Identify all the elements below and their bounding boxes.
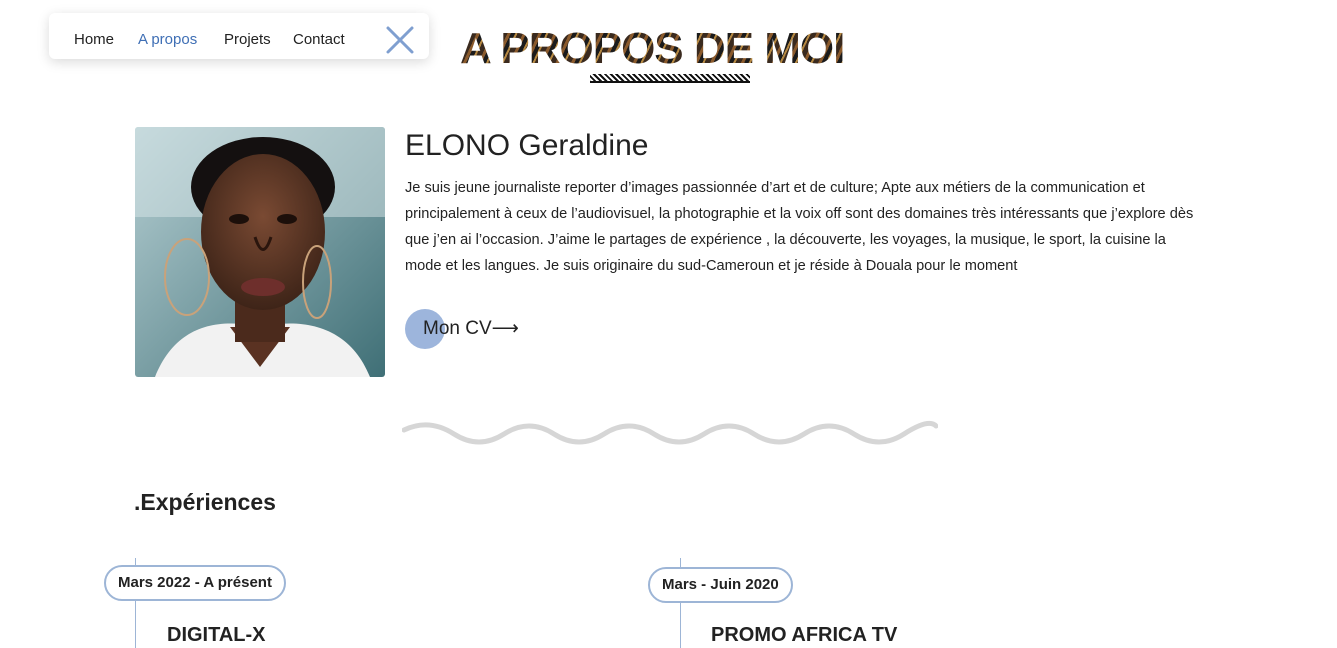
nav-item-projets[interactable]: Projets xyxy=(224,31,271,49)
timeline-badge: Mars 2022 - A présent xyxy=(104,565,286,601)
nav-item-home[interactable]: Home xyxy=(74,31,114,49)
profile-bio: Je suis jeune journaliste reporter d’ima… xyxy=(405,180,1194,274)
nav-menu: Home A propos Projets Contact xyxy=(49,13,429,59)
cv-button-label: Mon CV⟶ xyxy=(423,318,519,339)
profile-photo xyxy=(135,127,385,377)
timeline-badge: Mars - Juin 2020 xyxy=(648,567,793,603)
close-icon[interactable] xyxy=(385,25,415,55)
timeline-company: DIGITAL-X xyxy=(167,624,266,646)
cv-button[interactable]: Mon CV⟶ xyxy=(405,309,545,349)
nav-item-a-propos[interactable]: A propos xyxy=(138,31,197,49)
timeline-company: PROMO AFRICA TV xyxy=(711,624,898,646)
wave-divider xyxy=(402,420,938,445)
title-underline xyxy=(590,74,750,83)
experiences-title: .Expériences xyxy=(134,489,276,515)
nav-item-contact[interactable]: Contact xyxy=(293,31,345,49)
profile-name: ELONO Geraldine xyxy=(405,129,649,162)
page-title: A PROPOS DE MOI xyxy=(460,24,880,74)
